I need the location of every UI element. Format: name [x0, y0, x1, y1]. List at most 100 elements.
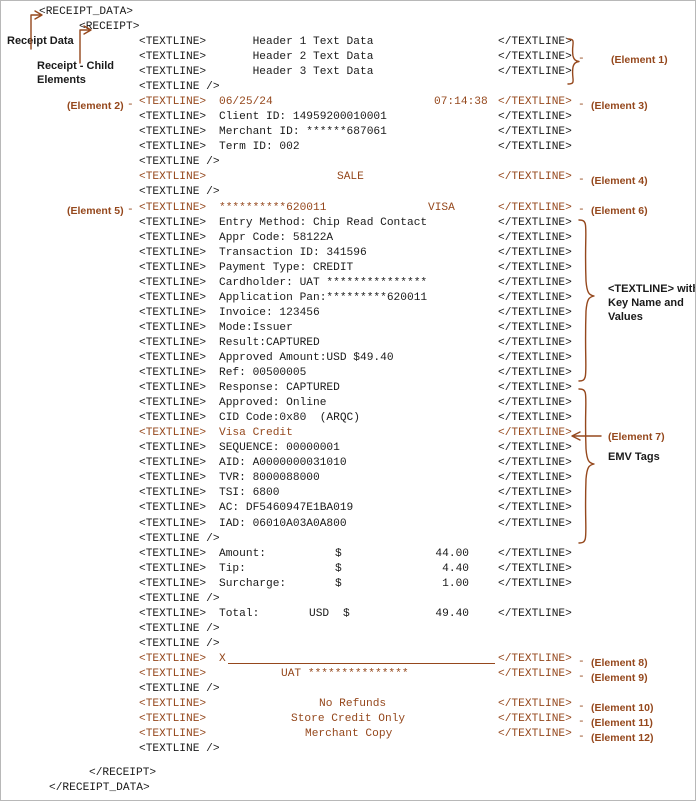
diagram-page: <RECEIPT_DATA> <RECEIPT> <TEXTLINE> Head… — [0, 0, 696, 801]
element-label-4: (Element 4) — [591, 175, 648, 187]
textline-close-tag: </TEXTLINE> — [498, 36, 572, 48]
root-open-tag: <RECEIPT_DATA> — [39, 6, 133, 18]
dash-element-12: - — [578, 731, 585, 743]
textline-value: Result:CAPTURED — [219, 336, 320, 349]
textline-value: Amount: — [219, 547, 266, 560]
textline-value: AC: DF5460947E1BA019 — [219, 502, 354, 515]
textline-value: Header 3 Text Data — [219, 66, 374, 79]
textline-close-tag: </TEXTLINE> — [498, 713, 572, 726]
textline-close-tag: </TEXTLINE> — [498, 517, 572, 530]
textline-close-tag: </TEXTLINE> — [498, 457, 572, 470]
textline-close-tag: </TEXTLINE> — [498, 126, 572, 139]
textline-close-tag: </TEXTLINE> — [498, 487, 572, 500]
element-label-9: (Element 9) — [591, 672, 648, 684]
textline-open-tag: <TEXTLINE> — [139, 231, 207, 244]
textline-close-tag: </TEXTLINE> — [498, 216, 572, 229]
textline-value: Cardholder: UAT *************** — [219, 276, 428, 289]
textline-value: Merchant Copy — [305, 728, 393, 741]
textline-close-tag: </TEXTLINE> — [498, 562, 572, 575]
annotation-textline-key-line1: <TEXTLINE> with — [608, 283, 696, 295]
textline-open-tag: <TEXTLINE> — [139, 728, 207, 741]
textline-close-tag: </TEXTLINE> — [498, 351, 572, 364]
textline-value: Term ID: 002 — [219, 141, 300, 154]
dash-element-4: - — [578, 174, 585, 186]
element-label-6: (Element 6) — [591, 205, 648, 217]
textline-value: **********620011 — [219, 201, 327, 214]
textline-open-tag: <TEXTLINE> — [139, 517, 207, 530]
textline-close-tag: </TEXTLINE> — [498, 321, 572, 334]
textline-open-tag: <TEXTLINE> — [139, 397, 207, 410]
textline-open-tag: <TEXTLINE> — [139, 367, 207, 380]
receipt-open-tag: <RECEIPT> — [79, 21, 140, 33]
textline-value: Ref: 00500005 — [219, 367, 307, 380]
textline-close-tag: </TEXTLINE> — [498, 382, 572, 395]
textline-close-tag: </TEXTLINE> — [498, 397, 572, 410]
textline-open-tag: <TEXTLINE> — [139, 547, 207, 560]
textline-value: AID: A0000000031010 — [219, 457, 347, 470]
textline-close-tag: </TEXTLINE> — [498, 412, 572, 425]
textline-close-tag: </TEXTLINE> — [498, 261, 572, 274]
textline-value: Client ID: 14959200010001 — [219, 111, 387, 124]
textline-value: Surcharge: — [219, 577, 287, 590]
currency-symbol: $ — [335, 547, 342, 560]
textline-open-tag: <TEXTLINE> — [139, 667, 207, 680]
textline-open-tag: <TEXTLINE> — [139, 171, 207, 184]
amount-value: 4.40 — [442, 562, 469, 575]
textline-open-tag: <TEXTLINE> — [139, 502, 207, 515]
textline-open-tag: <TEXTLINE> — [139, 291, 207, 304]
textline-close-tag: </TEXTLINE> — [498, 577, 572, 590]
element-label-10: (Element 10) — [591, 702, 654, 714]
element-label-3: (Element 3) — [591, 100, 648, 112]
textline-value: SALE — [337, 171, 364, 184]
textline-empty-tag: <TEXTLINE /> — [139, 592, 220, 605]
textline-open-tag: <TEXTLINE> — [139, 321, 207, 334]
textline-value: Visa Credit — [219, 427, 293, 440]
root-close-tag: </RECEIPT_DATA> — [49, 782, 150, 794]
dash-element-11: - — [578, 716, 585, 728]
textline-close-tag: </TEXTLINE> — [498, 96, 572, 109]
textline-value: TSI: 6800 — [219, 487, 280, 500]
textline-open-tag: <TEXTLINE> — [139, 336, 207, 349]
brace-textline-key-values — [578, 219, 595, 382]
element-label-8: (Element 8) — [591, 657, 648, 669]
textline-value: UAT *************** — [281, 667, 409, 680]
textline-value: Response: CAPTURED — [219, 382, 340, 395]
textline-open-tag: <TEXTLINE> — [139, 652, 207, 665]
element-label-1: (Element 1) — [611, 54, 668, 66]
element-label-12: (Element 12) — [591, 732, 654, 744]
textline-open-tag: <TEXTLINE> — [139, 36, 207, 48]
textline-value: Merchant ID: ******687061 — [219, 126, 387, 139]
textline-open-tag: <TEXTLINE> — [139, 607, 207, 620]
textline-open-tag: <TEXTLINE> — [139, 51, 207, 64]
textline-empty-tag: <TEXTLINE /> — [139, 743, 220, 756]
textline-open-tag: <TEXTLINE> — [139, 66, 207, 79]
textline-value: Header 1 Text Data — [219, 36, 374, 48]
xml-code-block: <RECEIPT_DATA> <RECEIPT> <TEXTLINE> Head… — [1, 1, 695, 794]
textline-open-tag: <TEXTLINE> — [139, 96, 207, 109]
element-label-5: (Element 5) — [67, 205, 124, 217]
textline-value: SEQUENCE: 00000001 — [219, 442, 340, 455]
textline-close-tag: </TEXTLINE> — [498, 547, 572, 560]
textline-open-tag: <TEXTLINE> — [139, 216, 207, 229]
dash-element-6: - — [578, 204, 585, 216]
textline-value: Approved Amount:USD $49.40 — [219, 351, 394, 364]
textline-close-tag: </TEXTLINE> — [498, 201, 572, 214]
textline-close-tag: </TEXTLINE> — [498, 51, 572, 64]
textline-value: Invoice: 123456 — [219, 306, 320, 319]
textline-value: Total: — [219, 607, 260, 620]
textline-close-tag: </TEXTLINE> — [498, 728, 572, 741]
element-label-11: (Element 11) — [591, 717, 653, 729]
element-label-2: (Element 2) — [67, 100, 124, 112]
textline-close-tag: </TEXTLINE> — [498, 667, 572, 680]
textline-close-tag: </TEXTLINE> — [498, 306, 572, 319]
annotation-textline-key-line2: Key Name and — [608, 297, 684, 309]
textline-close-tag: </TEXTLINE> — [498, 171, 572, 184]
textline-value: Mode:Issuer — [219, 321, 293, 334]
textline-value: IAD: 06010A03A0A800 — [219, 517, 347, 530]
textline-empty-tag: <TEXTLINE /> — [139, 532, 220, 545]
textline-value: Header 2 Text Data — [219, 51, 374, 64]
dash-element-3: - — [578, 99, 585, 111]
textline-open-tag: <TEXTLINE> — [139, 713, 207, 726]
annotation-receipt-data: Receipt Data — [7, 35, 74, 47]
element-label-7: (Element 7) — [608, 431, 665, 443]
